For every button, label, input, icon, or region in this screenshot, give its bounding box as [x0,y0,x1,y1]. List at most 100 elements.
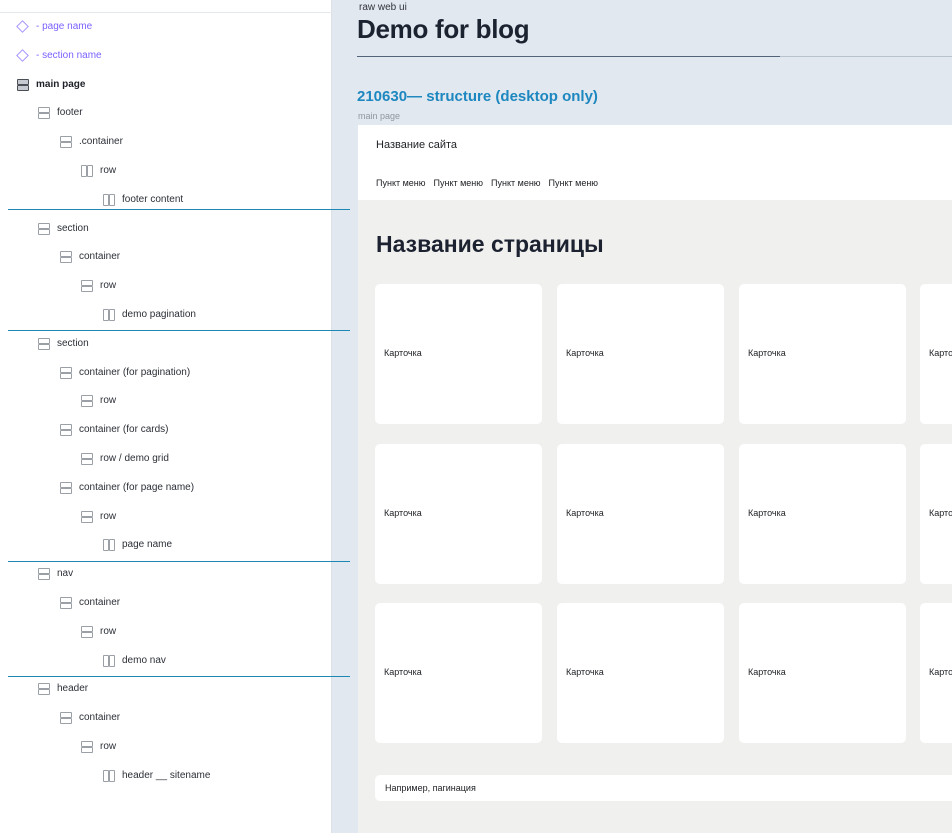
card[interactable]: Карточка [375,444,542,584]
component-icon [16,49,28,61]
layer-section-name-component[interactable]: - section name [16,46,102,64]
layer-container[interactable]: container [59,708,120,726]
card[interactable]: Карточка [739,444,906,584]
layer-footer[interactable]: footer [37,103,83,121]
card[interactable]: Карточка [739,603,906,743]
layer-page-name-component[interactable]: - page name [16,17,92,35]
site-nav: Пункт меню Пункт меню Пункт меню Пункт м… [376,178,598,188]
layer-label: footer content [122,193,184,205]
frame-icon [59,135,72,148]
layer-container-pagination[interactable]: container (for pagination) [59,363,190,381]
card[interactable]: Карточка [375,284,542,424]
layer-label: container [79,711,121,723]
frame-icon [37,567,50,580]
layer-label: container (for page name) [79,481,195,493]
nav-item[interactable]: Пункт меню [549,178,599,188]
frame-icon [59,481,72,494]
frame-icon [59,250,72,263]
layer-row-demo-grid[interactable]: row / demo grid [80,449,169,467]
layer-label: demo nav [122,654,166,666]
columns-icon [102,308,115,321]
panel-top-divider [0,12,332,13]
title-underline-extension [780,56,952,57]
frame-icon [37,337,50,350]
card[interactable]: Карточка [739,284,906,424]
layer-label: container [79,250,121,262]
layer-main-page[interactable]: main page [16,75,85,93]
frame-icon [80,279,93,292]
layer-row[interactable]: row [80,737,116,755]
columns-icon [102,538,115,551]
layer-container-cards[interactable]: container (for cards) [59,420,168,438]
card-label: Карточка [748,508,786,518]
card-label: Карточка [566,667,604,677]
layer-label: footer [57,106,83,118]
layer-demo-pagination[interactable]: demo pagination [102,305,196,323]
frame-icon [59,366,72,379]
layer-section[interactable]: section [37,334,89,352]
layer-container[interactable]: .container [59,132,123,150]
frame-icon [59,596,72,609]
site-name: Название сайта [376,139,458,151]
layer-section[interactable]: section [37,219,89,237]
layer-row[interactable]: row [80,622,116,640]
layer-label: section [57,222,89,234]
frame-icon [37,222,50,235]
nav-item[interactable]: Пункт меню [491,178,541,188]
layer-label: row [100,164,117,176]
card[interactable]: Карточка [557,444,724,584]
card-label: Карточка [384,348,422,358]
columns-icon [80,164,93,177]
card[interactable]: Карточка [920,284,952,424]
section-separator [8,676,350,677]
nav-item[interactable]: Пункт меню [434,178,484,188]
columns-icon [102,654,115,667]
page-name-heading: Название страницы [376,231,604,257]
layer-footer-content[interactable]: footer content [102,190,183,208]
layer-label: demo pagination [122,308,196,320]
layer-row[interactable]: row [80,161,116,179]
frame-icon [80,625,93,638]
card[interactable]: Карточка [557,603,724,743]
main-page-frame[interactable]: Название сайта Пункт меню Пункт меню Пун… [358,125,952,833]
frame-icon [16,78,29,91]
layer-container-page-name[interactable]: container (for page name) [59,478,194,496]
frame-icon [37,106,50,119]
pagination-placeholder[interactable]: Например, пагинация [375,775,952,801]
layer-container[interactable]: container [59,593,120,611]
card-label: Карточка [384,667,422,677]
layer-label: row [100,394,117,406]
card[interactable]: Карточка [375,603,542,743]
layer-row[interactable]: row [80,276,116,294]
layer-row[interactable]: row [80,391,116,409]
card[interactable]: Карточка [920,444,952,584]
layer-label: header __ sitename [122,769,211,781]
layer-label: row [100,740,117,752]
frame-heading: 210630— structure (desktop only) [357,88,598,105]
columns-icon [102,193,115,206]
layer-nav[interactable]: nav [37,564,73,582]
layer-row[interactable]: row [80,507,116,525]
card[interactable]: Карточка [920,603,952,743]
layer-demo-nav[interactable]: demo nav [102,651,166,669]
layers-panel: - page name - section name main page foo… [0,0,350,833]
title-underline [357,56,780,57]
frame-icon [59,711,72,724]
layer-label: container [79,596,121,608]
nav-item[interactable]: Пункт меню [376,178,426,188]
card-label: Карточка [384,508,422,518]
layer-page-name[interactable]: page name [102,535,172,553]
frame-icon [80,452,93,465]
layer-header-sitename[interactable]: header __ sitename [102,766,210,784]
layer-label: page name [122,538,173,550]
frame-icon [59,423,72,436]
section-separator [8,561,350,562]
frame-icon [80,510,93,523]
canvas-title: Demo for blog [357,14,530,44]
card[interactable]: Карточка [557,284,724,424]
layer-container[interactable]: container [59,247,120,265]
canvas-caption: raw web ui [359,2,407,13]
frame-label[interactable]: main page [358,111,400,121]
site-header: Название сайта Пункт меню Пункт меню Пун… [358,125,952,200]
layer-header[interactable]: header [37,679,88,697]
